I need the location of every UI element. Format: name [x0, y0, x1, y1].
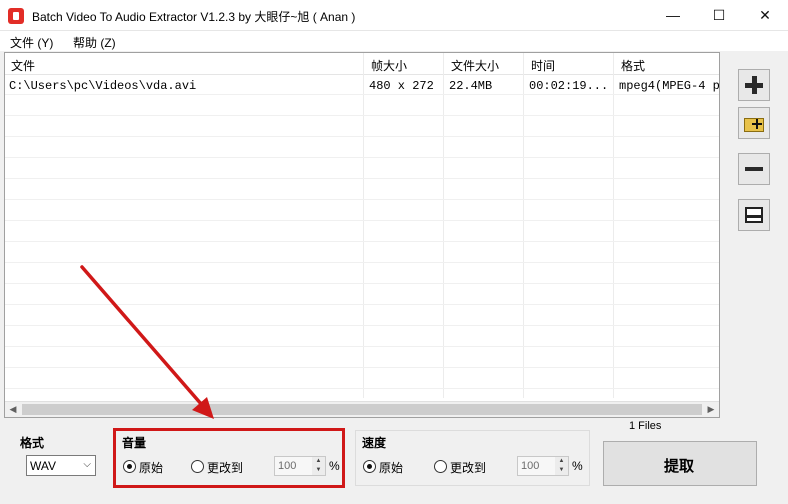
- annotation-arrow: [80, 265, 214, 419]
